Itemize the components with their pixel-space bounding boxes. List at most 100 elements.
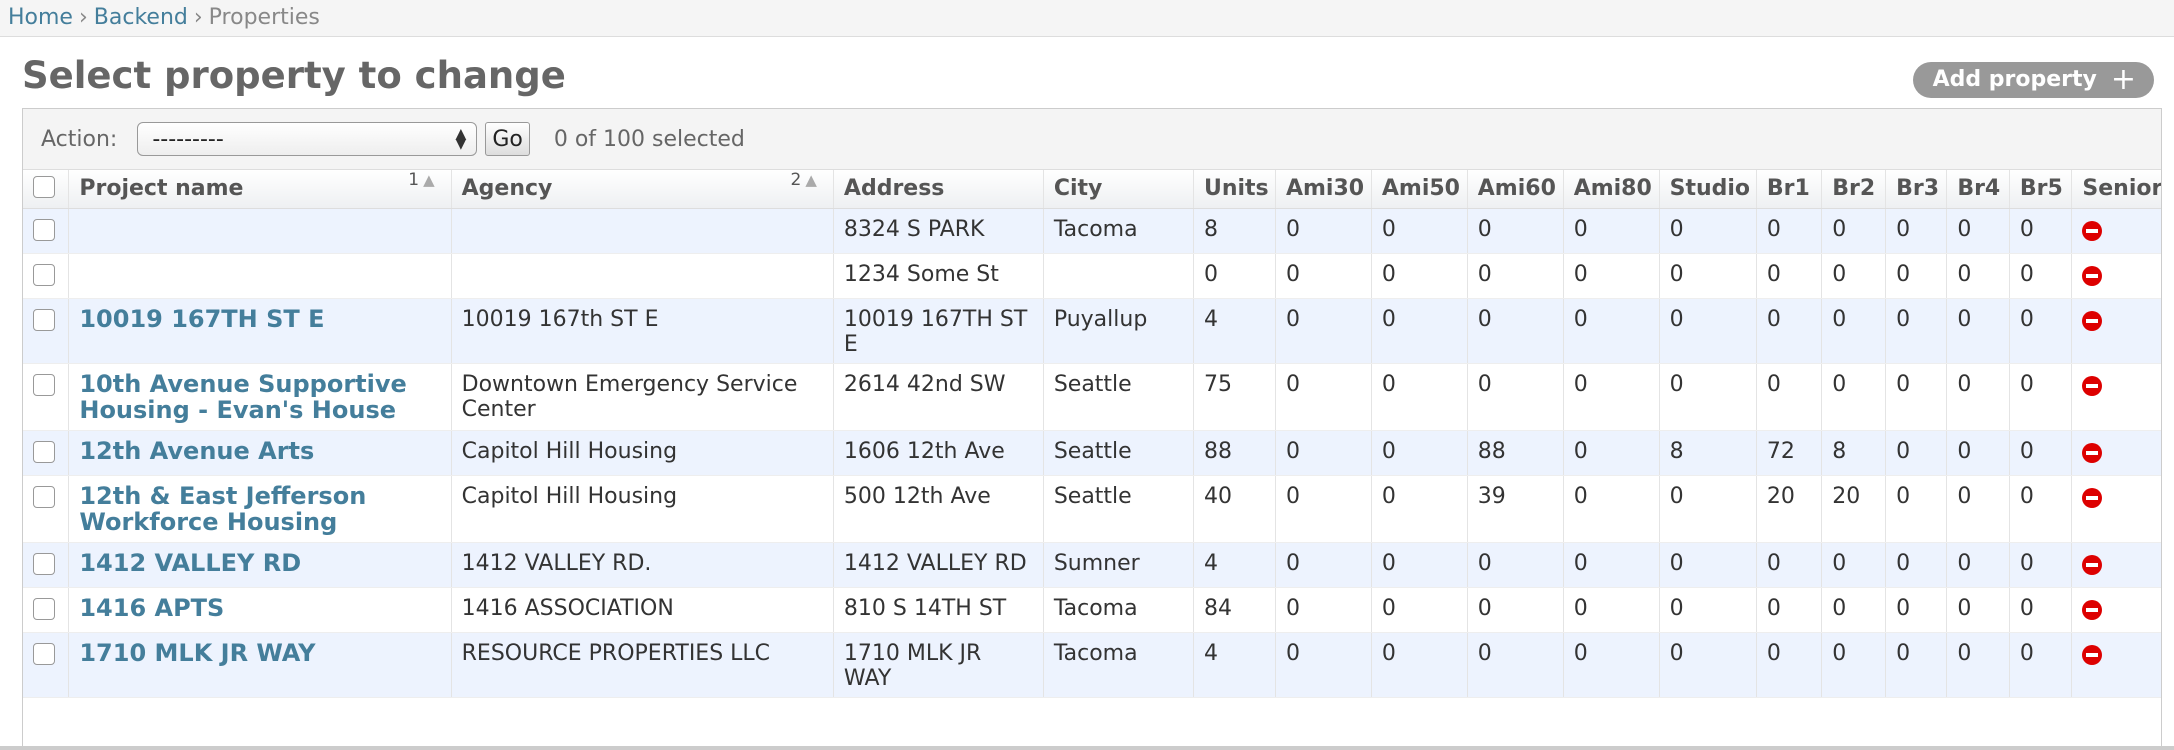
no-icon	[2082, 265, 2103, 286]
add-property-label: Add property	[1932, 67, 2097, 92]
column-studio[interactable]: Studio	[1658, 170, 1757, 209]
column-br3[interactable]: Br3	[1885, 170, 1947, 209]
senior-cell	[2071, 253, 2161, 299]
project-name-link[interactable]: 12th & East Jefferson Workforce Housing	[79, 482, 366, 536]
sort-priority: 2	[790, 170, 802, 190]
studio-cell: 0	[1658, 542, 1757, 588]
breadcrumb-backend-link[interactable]: Backend	[94, 5, 188, 30]
senior-cell	[2071, 587, 2161, 633]
address-cell: 810 S 14TH ST	[832, 587, 1044, 633]
row-checkbox[interactable]	[33, 218, 55, 241]
ami60-cell: 0	[1466, 632, 1564, 698]
br1-cell: 0	[1755, 632, 1822, 698]
column-agency[interactable]: Agency 2 ▲	[450, 170, 834, 209]
ami60-cell: 39	[1466, 475, 1564, 543]
br2-cell: 0	[1821, 253, 1886, 299]
ami30-cell: 0	[1274, 298, 1372, 364]
br1-cell: 20	[1755, 475, 1822, 543]
br5-cell: 0	[2008, 363, 2072, 431]
action-select[interactable]: --------- ▲ ▼	[137, 122, 478, 156]
br5-cell: 0	[2008, 208, 2072, 254]
studio-cell: 0	[1658, 298, 1757, 364]
row-checkbox[interactable]	[33, 642, 55, 665]
project-name-cell	[68, 253, 452, 299]
ami30-cell: 0	[1274, 363, 1372, 431]
senior-cell	[2071, 298, 2161, 364]
address-cell: 500 12th Ave	[832, 475, 1044, 543]
breadcrumb: Home › Backend › Properties	[0, 0, 2174, 37]
row-checkbox[interactable]	[33, 552, 55, 575]
senior-cell	[2071, 208, 2161, 254]
agency-cell: Capitol Hill Housing	[450, 475, 834, 543]
units-cell: 40	[1192, 475, 1276, 543]
row-checkbox[interactable]	[33, 597, 55, 620]
column-ami30[interactable]: Ami30	[1274, 170, 1372, 209]
go-button[interactable]: Go	[485, 122, 530, 156]
br5-cell: 0	[2008, 253, 2072, 299]
project-name-link[interactable]: 1412 VALLEY RD	[79, 549, 301, 577]
studio-cell: 0	[1658, 632, 1757, 698]
br3-cell: 0	[1885, 587, 1947, 633]
sort-indicator[interactable]: 2 ▲	[791, 170, 817, 190]
project-name-link[interactable]: 10019 167TH ST E	[79, 305, 324, 333]
br5-cell: 0	[2008, 632, 2072, 698]
row-select-cell	[23, 430, 69, 476]
senior-cell	[2071, 363, 2161, 431]
br3-cell: 0	[1885, 632, 1947, 698]
row-checkbox[interactable]	[33, 308, 55, 331]
breadcrumb-home-link[interactable]: Home	[8, 5, 73, 30]
sort-indicator[interactable]: 1 ▲	[408, 170, 434, 190]
project-name-link[interactable]: 1416 APTS	[79, 594, 224, 622]
column-units[interactable]: Units	[1192, 170, 1276, 209]
ami60-cell: 0	[1466, 298, 1564, 364]
row-checkbox[interactable]	[33, 440, 55, 463]
column-city[interactable]: City	[1042, 170, 1194, 209]
br3-cell: 0	[1885, 475, 1947, 543]
row-checkbox[interactable]	[33, 485, 55, 508]
column-br5[interactable]: Br5	[2008, 170, 2072, 209]
studio-cell: 0	[1658, 363, 1757, 431]
column-project-name[interactable]: Project name 1 ▲	[68, 170, 452, 209]
column-br4[interactable]: Br4	[1946, 170, 2010, 209]
address-cell: 8324 S PARK	[832, 208, 1044, 254]
ami50-cell: 0	[1370, 208, 1468, 254]
senior-cell	[2071, 475, 2161, 543]
units-cell: 4	[1192, 632, 1276, 698]
add-property-button[interactable]: Add property +	[1912, 62, 2154, 98]
br3-cell: 0	[1885, 208, 1947, 254]
studio-cell: 0	[1658, 475, 1757, 543]
br2-cell: 8	[1821, 430, 1886, 476]
column-ami60[interactable]: Ami60	[1466, 170, 1564, 209]
table-row: 12th Avenue Arts Capitol Hill Housing 1606…	[23, 430, 2161, 476]
ami60-cell: 88	[1466, 430, 1564, 476]
br1-cell: 0	[1755, 363, 1822, 431]
city-cell	[1042, 253, 1194, 299]
br5-cell: 0	[2008, 298, 2072, 364]
column-address[interactable]: Address	[832, 170, 1044, 209]
agency-cell	[450, 253, 834, 299]
br4-cell: 0	[1946, 632, 2010, 698]
city-cell: Seattle	[1042, 475, 1194, 543]
studio-cell: 0	[1658, 587, 1757, 633]
ami30-cell: 0	[1274, 208, 1372, 254]
project-name-link[interactable]: 12th Avenue Arts	[79, 437, 314, 465]
results-table: Project name 1 ▲ Agency 2 ▲ Address City Uni…	[23, 170, 2161, 698]
row-checkbox[interactable]	[33, 263, 55, 286]
column-br2[interactable]: Br2	[1821, 170, 1886, 209]
project-name-link[interactable]: 1710 MLK JR WAY	[79, 639, 315, 667]
br3-cell: 0	[1885, 363, 1947, 431]
column-ami80[interactable]: Ami80	[1562, 170, 1660, 209]
br3-cell: 0	[1885, 253, 1947, 299]
no-icon	[2082, 375, 2103, 396]
select-all-checkbox[interactable]	[33, 175, 55, 198]
column-senior[interactable]: Senior	[2071, 170, 2161, 209]
column-ami50[interactable]: Ami50	[1370, 170, 1468, 209]
column-br1[interactable]: Br1	[1755, 170, 1822, 209]
ami50-cell: 0	[1370, 632, 1468, 698]
agency-cell: Capitol Hill Housing	[450, 430, 834, 476]
br4-cell: 0	[1946, 298, 2010, 364]
ami60-cell: 0	[1466, 253, 1564, 299]
ami50-cell: 0	[1370, 253, 1468, 299]
row-checkbox[interactable]	[33, 373, 55, 396]
project-name-link[interactable]: 10th Avenue Supportive Housing - Evan's …	[79, 370, 406, 424]
